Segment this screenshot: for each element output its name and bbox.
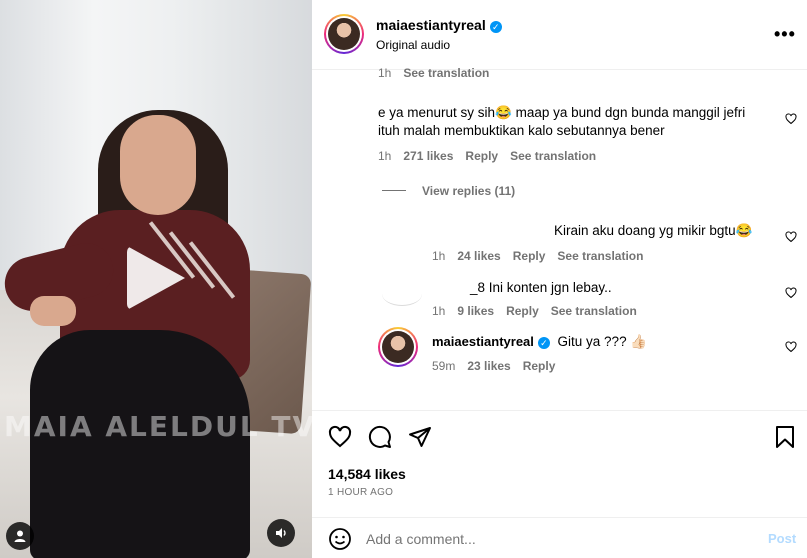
replies-divider [382,190,406,191]
like-comment-heart-icon[interactable] [785,287,797,299]
video-player[interactable]: MAIA ALELDUL TV [0,0,312,558]
video-person-hand [30,296,76,326]
post-actions: 14,584 likes 1 HOUR AGO Post [312,410,807,558]
save-bookmark-icon[interactable] [774,425,796,449]
reply-author-avatar[interactable] [378,327,418,367]
reply-author-username[interactable]: maiaestiantyreal [432,334,534,349]
reply-thread-avatar [382,282,422,306]
video-watermark: MAIA ALELDUL TV [4,410,312,443]
comment-bubble-icon[interactable] [368,425,392,449]
author-avatar[interactable] [324,14,364,54]
emoji-icon[interactable] [328,527,352,551]
comment-time: 59m [432,359,456,373]
author-username[interactable]: maiaestiantyreal [376,17,486,33]
comment-likes[interactable]: 9 likes [457,304,494,318]
see-translation-link[interactable]: See translation [551,304,637,318]
comment-likes[interactable]: 23 likes [467,359,510,373]
see-translation-link[interactable]: See translation [510,149,596,163]
like-comment-heart-icon[interactable] [785,113,797,125]
person-icon [14,530,26,542]
reply-button[interactable]: Reply [465,149,498,163]
comment-likes[interactable]: 271 likes [403,149,453,163]
comment-meta: 1h See translation [378,66,501,80]
video-person-face [120,115,196,215]
comment-meta: 1h 24 likes Reply See translation [432,249,655,263]
reply-button[interactable]: Reply [523,359,556,373]
comment-composer: Post [312,517,807,558]
video-person-pants [30,330,250,558]
comment-likes[interactable]: 24 likes [457,249,500,263]
verified-badge-icon: ✓ [489,20,502,33]
comment-meta: 59m 23 likes Reply [432,359,567,373]
comment-text: Gitu ya ??? 👍🏻 [557,334,648,349]
comment-meta: 1h 9 likes Reply See translation [432,304,649,318]
post-header: maiaestiantyreal ✓ Original audio ••• [312,0,807,70]
reply-button[interactable]: Reply [506,304,539,318]
play-icon[interactable] [127,246,185,310]
verified-badge-icon: ✓ [537,336,550,349]
comment-time: 1h [378,66,392,80]
like-comment-heart-icon[interactable] [785,231,797,243]
reply-button[interactable]: Reply [513,249,546,263]
see-translation-link[interactable]: See translation [403,66,489,80]
like-heart-icon[interactable] [328,425,352,449]
comment-text: Kirain aku doang yg mikir bgtu😂 [554,223,753,238]
post-details-panel: maiaestiantyreal ✓ Original audio ••• 1h S… [312,0,807,558]
audio-label[interactable]: Original audio [376,38,450,52]
view-replies-button[interactable]: View replies (11) [422,184,515,198]
comment-text: _8 Ini konten jgn lebay.. [470,280,612,295]
likes-count[interactable]: 14,584 likes [328,466,406,482]
see-translation-link[interactable]: See translation [557,249,643,263]
user-tags-button[interactable] [6,522,34,550]
comment-text: e ya menurut sy sih😂 maap ya bund dgn bu… [378,105,746,138]
speaker-icon [276,528,286,538]
more-options-icon[interactable]: ••• [774,24,796,45]
comment-meta: 1h 271 likes Reply See translation [378,149,608,163]
comment-input[interactable] [366,526,746,552]
post-comment-button[interactable]: Post [768,531,796,546]
mute-button[interactable] [267,519,295,547]
share-paper-plane-icon[interactable] [408,425,432,449]
post-timestamp[interactable]: 1 HOUR AGO [328,487,393,498]
comment-time: 1h [378,149,392,163]
comment-time: 1h [432,249,446,263]
comment-time: 1h [432,304,446,318]
like-comment-heart-icon[interactable] [785,341,797,353]
